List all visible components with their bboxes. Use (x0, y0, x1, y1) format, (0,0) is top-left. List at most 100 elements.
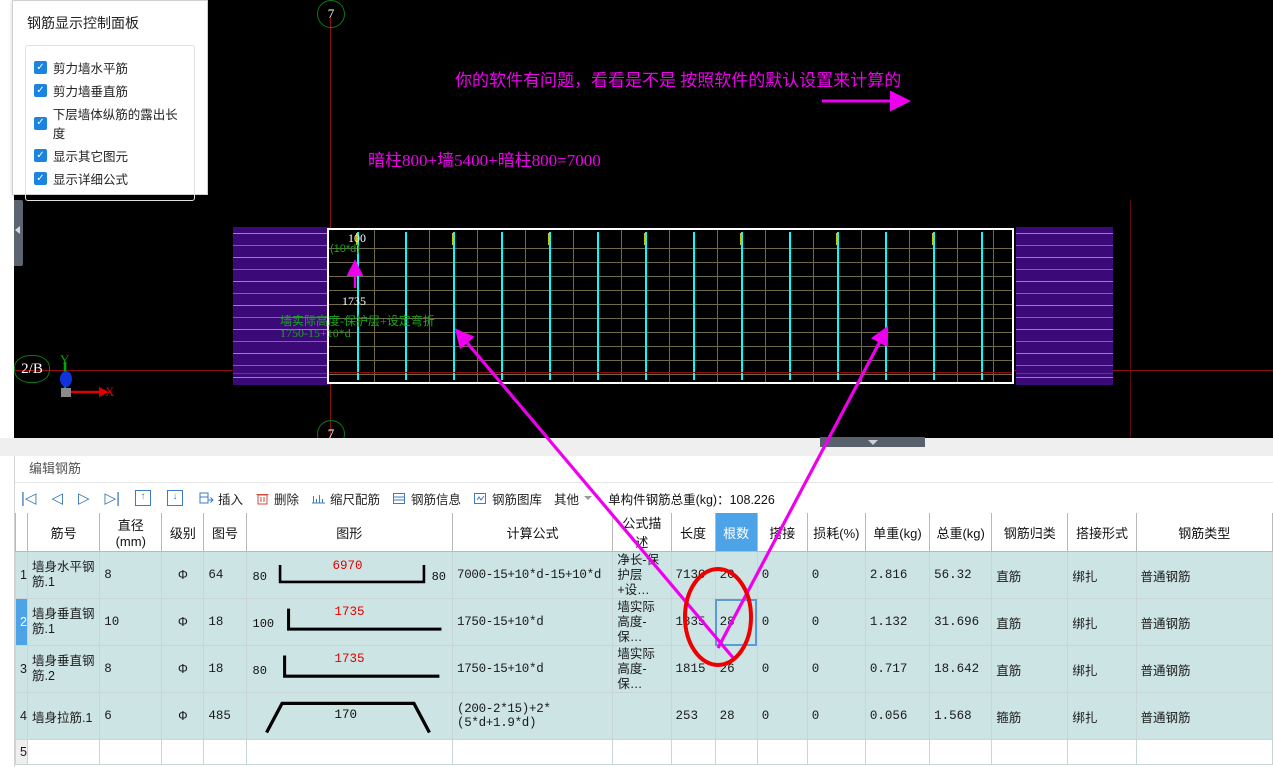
rebar-info-button[interactable]: 钢筋信息 (386, 485, 467, 511)
cell-loss[interactable]: 0 (806, 598, 866, 646)
option-row[interactable]: ✓ 剪力墙水平筋 (34, 58, 188, 77)
cell-drawing-no[interactable]: 485 (203, 692, 247, 740)
cell-lap[interactable]: 0 (756, 645, 808, 693)
cell-lap-type[interactable]: 绑扎 (1067, 645, 1137, 693)
cell-total-weight[interactable]: 31.696 (929, 598, 993, 646)
nav-next-button[interactable]: ▷ (72, 485, 99, 511)
option-row[interactable]: ✓ 下层墙体纵筋的露出长度 (34, 104, 188, 142)
cell-formula-desc[interactable]: 墙实际高度-保… (612, 645, 672, 693)
cell-shape[interactable] (245, 739, 454, 765)
cell-diameter[interactable] (99, 739, 163, 765)
header-lap-type[interactable]: 搭接形式 (1067, 513, 1137, 552)
cell-lap[interactable]: 0 (756, 692, 808, 740)
cell-unit-weight[interactable]: 0.056 (864, 692, 931, 740)
cell-lap-type[interactable] (1067, 739, 1137, 765)
cell-lap[interactable] (756, 739, 808, 765)
move-up-button[interactable]: ↑ (129, 485, 161, 511)
header-formula[interactable]: 计算公式 (451, 513, 614, 552)
other-menu-button[interactable]: 其他 (548, 485, 598, 511)
checkbox-checked-icon[interactable]: ✓ (34, 116, 47, 130)
option-row[interactable]: ✓ 剪力墙垂直筋 (34, 81, 188, 100)
cell-category[interactable] (991, 739, 1069, 765)
cell-drawing-no[interactable] (203, 739, 247, 765)
cell-rebar-name[interactable]: 墙身垂直钢筋.2 (27, 645, 101, 693)
header-loss[interactable]: 损耗(%) (806, 513, 866, 552)
table-row[interactable]: 2 墙身垂直钢筋.1 10 Φ 18 100 1735 1750-15+10*d… (15, 598, 1273, 646)
cell-formula[interactable]: 1750-15+10*d (451, 645, 614, 693)
cell-rebar-type[interactable]: 普通钢筋 (1135, 645, 1273, 693)
cell-diameter[interactable]: 8 (99, 551, 163, 599)
insert-button[interactable]: 插入 (193, 485, 249, 511)
cell-count[interactable] (714, 739, 758, 765)
cell-category[interactable]: 直筋 (991, 551, 1069, 599)
cell-rebar-name[interactable]: 墙身垂直钢筋.1 (27, 598, 101, 646)
header-diameter[interactable]: 直径(mm) (99, 513, 163, 552)
cell-length[interactable] (670, 739, 716, 765)
cell-diameter[interactable]: 8 (99, 645, 163, 693)
cell-grade[interactable]: Ф (161, 692, 205, 740)
cell-rebar-name[interactable]: 墙身水平钢筋.1 (27, 551, 101, 599)
cell-rebar-name[interactable]: 墙身拉筋.1 (27, 692, 101, 740)
panel-collapse-handle[interactable] (820, 437, 925, 447)
cell-count[interactable]: 20 (714, 551, 758, 599)
table-row[interactable]: 1 墙身水平钢筋.1 8 Φ 64 80 6970 80 7000-15+10*… (15, 551, 1273, 599)
table-row[interactable]: 4 墙身拉筋.1 6 Ф 485 170 (200-2*15)+2*(5*d+1… (15, 692, 1273, 740)
cell-diameter[interactable]: 6 (99, 692, 163, 740)
header-rebar-name[interactable]: 筋号 (27, 513, 101, 552)
cell-lap[interactable]: 0 (756, 598, 808, 646)
cell-total-weight[interactable]: 18.642 (929, 645, 993, 693)
delete-button[interactable]: 删除 (249, 485, 305, 511)
header-unit-weight[interactable]: 单重(kg) (864, 513, 931, 552)
cell-unit-weight[interactable] (864, 739, 931, 765)
nav-prev-button[interactable]: ◁ (45, 485, 72, 511)
checkbox-checked-icon[interactable]: ✓ (34, 61, 47, 74)
cell-formula[interactable]: 1750-15+10*d (451, 598, 614, 646)
cell-formula-desc[interactable] (612, 739, 672, 765)
header-count[interactable]: 根数 (714, 513, 758, 552)
cell-total-weight[interactable]: 1.568 (929, 692, 993, 740)
checkbox-checked-icon[interactable]: ✓ (34, 149, 47, 162)
cell-count[interactable]: 28 (714, 692, 758, 740)
header-lap[interactable]: 搭接 (756, 513, 808, 552)
cell-shape[interactable]: 80 1735 (245, 645, 454, 693)
cell-total-weight[interactable]: 56.32 (929, 551, 993, 599)
cell-loss[interactable]: 0 (806, 645, 866, 693)
header-total-weight[interactable]: 总重(kg) (929, 513, 993, 552)
cell-unit-weight[interactable]: 2.816 (864, 551, 931, 599)
header-rebar-type[interactable]: 钢筋类型 (1135, 513, 1273, 552)
cell-rebar-name[interactable] (27, 739, 101, 765)
cell-formula[interactable] (451, 739, 614, 765)
checkbox-checked-icon[interactable]: ✓ (34, 84, 47, 97)
cell-total-weight[interactable] (929, 739, 993, 765)
header-drawing-no[interactable]: 图号 (203, 513, 247, 552)
cell-unit-weight[interactable]: 0.717 (864, 645, 931, 693)
cell-unit-weight[interactable]: 1.132 (864, 598, 931, 646)
header-formula-desc[interactable]: 公式描述 (612, 513, 672, 552)
cell-formula[interactable]: (200-2*15)+2*(5*d+1.9*d) (451, 692, 614, 740)
cell-lap-type[interactable]: 绑扎 (1067, 551, 1137, 599)
cell-count[interactable]: 28 (714, 598, 758, 646)
move-down-button[interactable]: ↓ (161, 485, 193, 511)
rebar-table[interactable]: 筋号 直径(mm) 级别 图号 图形 计算公式 公式描述 长度 根数 搭接 损耗… (15, 513, 1273, 767)
cell-rebar-type[interactable]: 普通钢筋 (1135, 692, 1273, 740)
cell-rebar-type[interactable] (1135, 739, 1273, 765)
cell-shape[interactable]: 170 (245, 692, 454, 740)
header-shape[interactable]: 图形 (245, 513, 454, 552)
cell-loss[interactable]: 0 (806, 551, 866, 599)
cell-category[interactable]: 箍筋 (991, 692, 1069, 740)
cell-formula[interactable]: 7000-15+10*d-15+10*d (451, 551, 614, 599)
cell-shape[interactable]: 100 1735 (245, 598, 454, 646)
cell-lap-type[interactable]: 绑扎 (1067, 598, 1137, 646)
cell-formula-desc[interactable] (612, 692, 672, 740)
cell-lap-type[interactable]: 绑扎 (1067, 692, 1137, 740)
rebar-library-button[interactable]: 钢筋图库 (467, 485, 548, 511)
cell-loss[interactable]: 0 (806, 692, 866, 740)
cell-grade[interactable] (161, 739, 205, 765)
cell-rebar-type[interactable]: 普通钢筋 (1135, 551, 1273, 599)
cell-rebar-type[interactable]: 普通钢筋 (1135, 598, 1273, 646)
table-row[interactable]: 3 墙身垂直钢筋.2 8 Φ 18 80 1735 1750-15+10*d 墙… (15, 645, 1273, 693)
left-panel-collapse-handle[interactable] (14, 200, 23, 266)
cell-diameter[interactable]: 10 (99, 598, 163, 646)
cell-formula-desc[interactable]: 净长-保护层+设… (612, 551, 672, 599)
header-length[interactable]: 长度 (670, 513, 716, 552)
